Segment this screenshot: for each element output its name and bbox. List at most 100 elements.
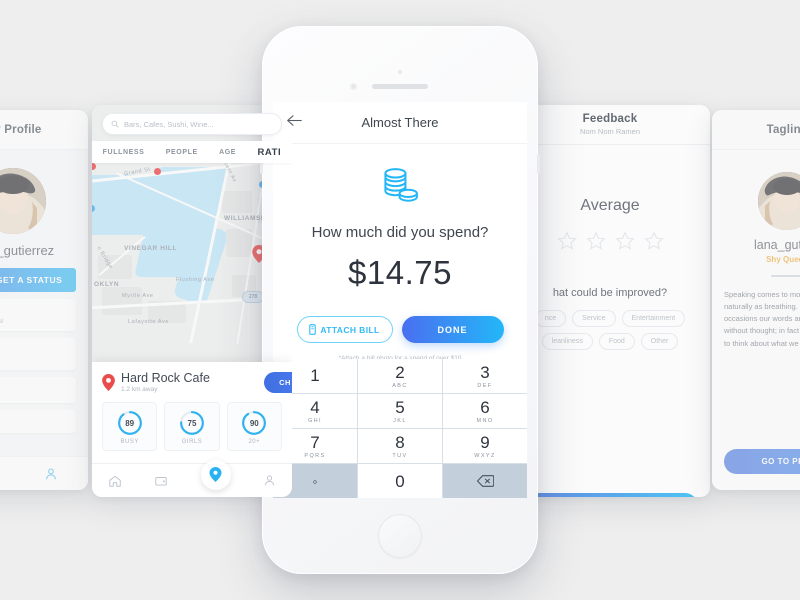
front-camera-icon [350,83,357,90]
chip-other[interactable]: Other [640,333,679,350]
key-digit: 1 [310,365,320,385]
rating-label: Average [580,197,640,214]
key-letters: DEF [477,382,493,389]
phone-device-frame: Almost There How much did you spend? $14… [260,26,540,574]
key-letters: WXYZ [474,452,496,459]
done-button[interactable]: DONE [401,316,504,343]
venue-card[interactable]: Hard Rock Cafe 1.2 km away CH 89 BUSY 75… [92,362,292,463]
key-9[interactable]: 9 WXYZ [443,429,527,463]
star-icon[interactable] [643,231,664,251]
spend-question: How much did you spend? [311,224,489,241]
profile-screen-card[interactable]: My Profile lana_gutierrez ME TO GET [0,110,88,490]
tagline-username: lana_gutierr [753,238,800,252]
map-label: WILLIAMSB [224,215,267,222]
avatar[interactable] [0,168,46,234]
submit-feedback-button[interactable]: SUBMIT FEEDBACK [522,493,698,497]
key-digit: 5 [395,397,405,417]
avatar[interactable] [758,172,800,230]
key-2[interactable]: 2 ABC [358,359,442,393]
key-5[interactable]: 5 JKL [358,394,442,428]
map-label: Myrtle Ave [122,293,154,299]
key-letters: JKL [393,417,407,424]
list-item[interactable]: ds for each refferal [0,299,76,331]
chat-button[interactable]: CH [264,372,292,393]
tagline-body: lana_gutierr Shy Queen Speaking comes to… [712,172,800,490]
filter-tabs[interactable]: FULLNESS PEOPLE AGE RATI [92,141,292,163]
tab-age[interactable]: AGE [219,149,236,156]
key-letters: GHI [308,417,322,424]
person-icon[interactable] [263,474,276,487]
map-dot-marker[interactable] [154,168,161,175]
attach-bill-label: ATTACH BILL [320,324,380,335]
tagline-screen-card[interactable]: Tagline lana_gutierr Shy Queen [712,110,800,490]
star-icon[interactable] [585,231,606,251]
progress-ring: 89 [117,410,143,436]
key-digit: 9 [480,432,490,452]
key-digit: 0 [395,471,405,491]
coin-stack-icon [378,166,422,208]
search-icon [111,120,119,128]
tagline-body-text: Speaking comes to most of us as naturall… [724,290,800,348]
wallet-icon[interactable] [154,474,168,488]
tab-rating[interactable]: RATI [257,147,281,158]
home-icon[interactable] [108,474,122,488]
chip-cleanliness[interactable]: leanliness [541,333,593,350]
chip-food[interactable]: Food [598,333,635,350]
list-item[interactable] [0,377,76,403]
stat-label: 20+ [248,439,261,445]
list-item[interactable]: l code nts [0,338,76,370]
search-input[interactable]: Bars, Cafes, Sushi, Wine... [102,113,282,135]
tab-fullness[interactable]: FULLNESS [103,149,145,156]
stat-label: BUSY [120,439,139,445]
home-button[interactable] [378,514,422,558]
list-item-title: ds [0,305,68,316]
page-title: Almost There [361,115,439,130]
list-item[interactable]: assword [0,410,76,433]
stat-value: 89 [125,418,135,428]
get-status-button[interactable]: ME TO GET A STATUS [0,268,76,292]
feedback-header: Feedback Nom Nom Ramen [510,105,710,145]
map-tabbar[interactable] [92,459,292,497]
tagline-header: Tagline [712,110,800,150]
feedback-chips[interactable]: nce Service Entertainment leanliness Foo… [522,310,698,350]
key-backspace[interactable] [443,464,527,498]
amount-value[interactable]: $14.75 [273,254,527,292]
feedback-title: Feedback [582,113,638,125]
chip-ambience[interactable]: nce [534,310,567,327]
star-icon[interactable] [614,231,635,251]
map-dot-marker[interactable] [92,163,96,170]
feedback-screen-card[interactable]: Feedback Nom Nom Ramen Average hat could… [510,105,710,497]
attach-bill-button[interactable]: ATTACH BILL [296,316,393,343]
stat-value: 90 [249,418,259,428]
chip-entertainment[interactable]: Entertainment [621,310,686,327]
venue-distance: 1.2 km away [121,386,158,393]
screen-content: How much did you spend? $14.75 ATTACH BI… [273,144,527,375]
key-digit: 8 [395,432,405,452]
stat-age: 90 20+ [226,402,282,451]
key-digit: 2 [395,362,405,382]
key-0[interactable]: 0 [358,464,442,498]
star-icon[interactable] [556,231,577,251]
profile-username: lana_gutierrez [0,243,55,258]
chip-service[interactable]: Service [572,310,616,327]
key-letters: PQRS [304,452,326,459]
key-8[interactable]: 8 TUV [358,429,442,463]
star-rating[interactable] [522,231,698,251]
location-fab-button[interactable] [200,459,231,490]
profile-tabbar[interactable] [0,456,88,490]
list-item-title: l code [0,344,68,355]
private-chat-button[interactable]: GO TO PRIVATE CH [724,449,800,474]
mockup-canvas: My Profile lana_gutierrez ME TO GET [0,0,800,600]
back-arrow-icon[interactable] [287,114,303,132]
delete-icon [476,475,494,487]
stat-label: GIRLS [181,439,203,445]
tab-people[interactable]: PEOPLE [166,149,198,156]
person-icon[interactable] [44,467,58,481]
action-buttons: ATTACH BILL DONE [273,316,527,343]
key-6[interactable]: 6 MNO [443,394,527,428]
key-3[interactable]: 3 DEF [443,359,527,393]
numeric-keypad[interactable]: 1 2 ABC 3 DEF 4 GHI 5 JKL 6 MNO 7 PQRS 8… [273,359,527,498]
stat-girls: 75 GIRLS [164,402,220,451]
proximity-sensor [398,70,402,74]
highway-shield: 278 [242,291,264,303]
